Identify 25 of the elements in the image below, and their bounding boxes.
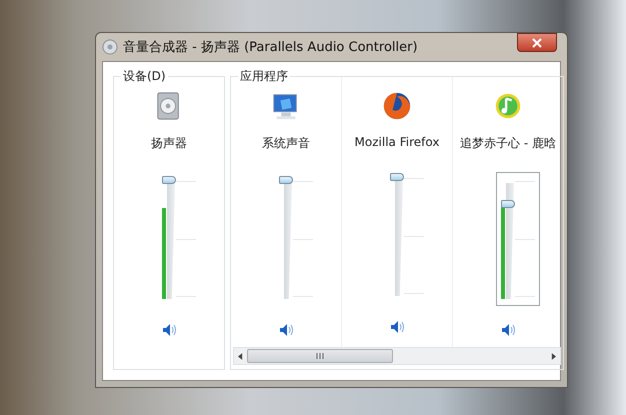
speaker-disc-icon [102,39,118,55]
slider-thumb[interactable] [279,176,293,184]
channel-name: 扬声器 [151,135,187,152]
speaker-volume-icon[interactable] [500,322,516,338]
channel-name: Mozilla Firefox [354,135,440,149]
close-button[interactable] [517,33,557,52]
channel-name: 系统声音 [262,135,310,152]
group-label: 设备(D) [121,68,168,85]
volume-slider[interactable] [496,172,540,306]
grip-icon [316,353,324,359]
slider-thumb[interactable] [501,200,515,208]
channel-name: 追梦赤子心 - 鹿晗 [460,135,556,152]
speaker-volume-icon[interactable] [278,322,294,338]
speaker-volume-icon[interactable] [161,322,177,338]
window-title: 音量合成器 - 扬声器 (Parallels Audio Controller) [123,39,419,56]
speaker-volume-icon[interactable] [389,319,405,335]
left-arrow-icon[interactable] [238,352,243,360]
globe-icon [382,91,412,121]
slider-thumb[interactable] [162,176,176,184]
slider-thumb[interactable] [390,173,404,181]
horizontal-scrollbar[interactable] [233,347,561,365]
scroll-thumb[interactable] [247,349,393,363]
close-icon [532,38,542,48]
right-arrow-icon[interactable] [551,352,556,360]
music-note-icon [493,91,523,121]
